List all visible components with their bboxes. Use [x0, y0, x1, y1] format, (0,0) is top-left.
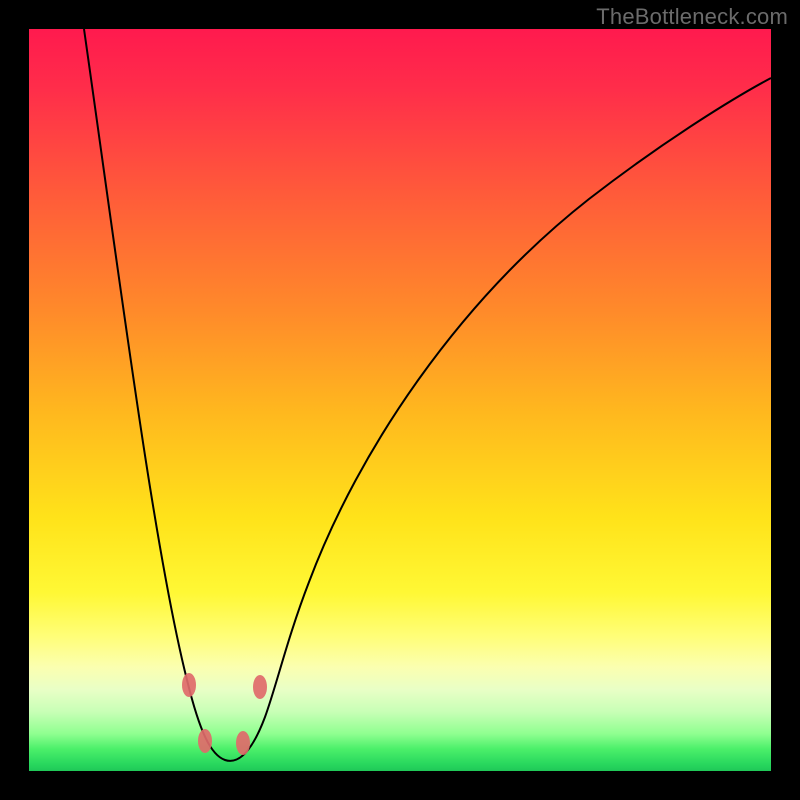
highlight-marker [198, 729, 212, 753]
highlight-markers-group [182, 673, 267, 755]
chart-svg [29, 29, 771, 771]
watermark-text: TheBottleneck.com [596, 4, 788, 30]
highlight-marker [182, 673, 196, 697]
bottleneck-curve [84, 29, 771, 761]
chart-plot-area [29, 29, 771, 771]
highlight-marker [236, 731, 250, 755]
highlight-marker [253, 675, 267, 699]
